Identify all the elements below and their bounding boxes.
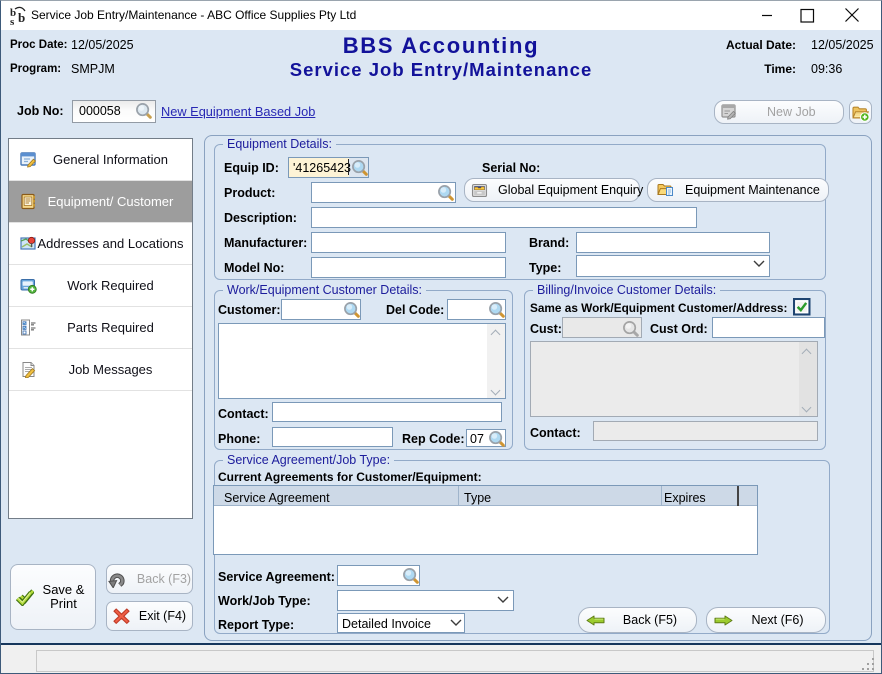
svg-text:b: b [18,10,25,25]
svg-text:s: s [10,16,15,26]
